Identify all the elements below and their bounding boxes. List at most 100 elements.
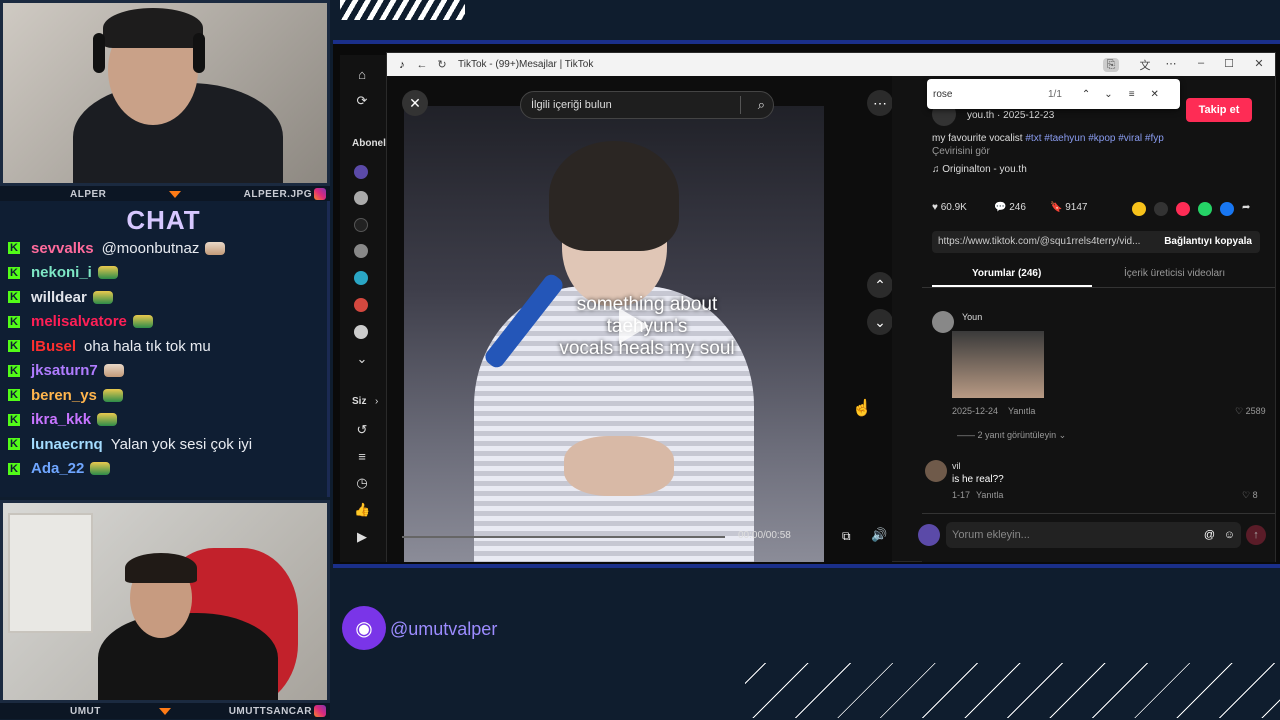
find-input[interactable]: rose bbox=[933, 89, 1043, 100]
history-icon[interactable]: ↺ bbox=[354, 422, 370, 438]
search-input[interactable]: İlgili içeriği bulun ⌕ bbox=[520, 91, 774, 119]
tab-comments[interactable]: Yorumlar (246) bbox=[972, 268, 1041, 279]
embed-icon[interactable] bbox=[1154, 202, 1168, 216]
chat-username[interactable]: Ada_22 bbox=[31, 460, 84, 477]
avatar[interactable] bbox=[354, 165, 368, 179]
chevron-up-icon[interactable]: ⌃ bbox=[867, 272, 892, 298]
progress-bar[interactable] bbox=[402, 536, 725, 538]
maximize-icon[interactable]: ☐ bbox=[1219, 57, 1239, 70]
avatar[interactable] bbox=[354, 325, 368, 339]
chat-username[interactable]: sevvalks bbox=[31, 240, 94, 257]
find-prev-icon[interactable]: ⌃ bbox=[1082, 89, 1090, 100]
avatar[interactable] bbox=[932, 311, 954, 333]
save-stat[interactable]: 🔖 9147 bbox=[1050, 202, 1087, 213]
avatar[interactable] bbox=[354, 244, 368, 258]
chat-username[interactable]: beren_ys bbox=[31, 387, 97, 404]
video-player[interactable]: something about taehyun's vocals heals m… bbox=[387, 76, 892, 562]
translate-link[interactable]: Çevirisini gör bbox=[932, 146, 990, 157]
like-stat[interactable]: ♥ 60.9K bbox=[932, 202, 967, 213]
chat-text: Yalan yok sesi çok iyi bbox=[110, 435, 253, 453]
nameplate-top: ALPER ALPEER.JPG bbox=[0, 186, 330, 202]
translate-icon[interactable]: 文 bbox=[1135, 57, 1155, 73]
reload-icon[interactable]: ↻ bbox=[432, 58, 452, 71]
post-comment-button[interactable]: ↑ bbox=[1246, 525, 1266, 545]
comment-stat[interactable]: 💬 246 bbox=[994, 202, 1026, 213]
comment-image[interactable] bbox=[952, 331, 1044, 398]
chat-username[interactable]: willdear bbox=[31, 289, 87, 306]
comment-like[interactable]: ♡ 2589 bbox=[1235, 406, 1266, 417]
share-arrow-icon[interactable]: ➦ bbox=[1242, 202, 1250, 213]
video-time: 00:00/00:58 bbox=[738, 530, 791, 541]
find-count: 1/1 bbox=[1048, 88, 1062, 100]
chevron-right-icon[interactable]: › bbox=[375, 396, 378, 407]
play-icon[interactable] bbox=[619, 308, 649, 344]
chat-username[interactable]: nekoni_i bbox=[31, 264, 92, 281]
facebook-icon[interactable] bbox=[1220, 202, 1234, 216]
author-line[interactable]: you.th · 2025-12-23 bbox=[967, 110, 1054, 121]
avatar[interactable] bbox=[925, 460, 947, 482]
avatar[interactable] bbox=[354, 271, 368, 285]
like-icon[interactable]: 👍 bbox=[354, 502, 370, 518]
sound-row[interactable]: ♫ Originalton - you.th bbox=[932, 164, 1027, 175]
more-icon[interactable]: ⋯ bbox=[1161, 57, 1181, 70]
pip-icon[interactable]: ⧉ bbox=[842, 529, 851, 544]
chat-message: Ksevvalks @moonbutnaz bbox=[0, 236, 327, 261]
chat-username[interactable]: lunaecrnq bbox=[31, 436, 103, 453]
extension-icon[interactable]: ⎘ bbox=[1103, 58, 1119, 72]
chat-username[interactable]: ikra_kkk bbox=[31, 411, 91, 428]
chat-username[interactable]: jksaturn7 bbox=[31, 362, 98, 379]
pepe-emote-icon bbox=[132, 315, 153, 329]
avatar[interactable] bbox=[354, 218, 368, 232]
emoji-icon[interactable]: ☺ bbox=[1224, 522, 1235, 548]
chat-username[interactable]: lBusel bbox=[31, 338, 76, 355]
avatar[interactable] bbox=[918, 524, 940, 546]
view-replies-link[interactable]: —— 2 yanıt görüntüleyin ⌄ bbox=[957, 430, 1066, 441]
kick-badge-icon: K bbox=[8, 315, 20, 328]
tiktok-sidebar: ⌂ ⟳ Abonel ⌄ Siz › ↺ ≡ ◷ 👍 ▶ bbox=[340, 55, 386, 562]
minimize-icon[interactable]: – bbox=[1191, 57, 1211, 69]
play-box-icon[interactable]: ▶ bbox=[354, 529, 370, 545]
send-icon[interactable] bbox=[1176, 202, 1190, 216]
comment-username[interactable]: Youn bbox=[962, 312, 982, 322]
more-options-icon[interactable]: ⋯ bbox=[867, 90, 892, 116]
share-url-box[interactable]: https://www.tiktok.com/@squ1rrels4terry/… bbox=[932, 231, 1260, 253]
clock-icon[interactable]: ◷ bbox=[354, 475, 370, 491]
coin-icon[interactable] bbox=[1132, 202, 1146, 216]
chat-message: Kberen_ys bbox=[0, 383, 327, 408]
copy-link-button[interactable]: Bağlantıyı kopyala bbox=[1164, 231, 1252, 253]
avatar[interactable] bbox=[354, 191, 368, 205]
comment-username[interactable]: vil bbox=[952, 461, 961, 471]
volume-icon[interactable]: 🔊 bbox=[871, 527, 887, 543]
comment-like[interactable]: ♡ 8 bbox=[1242, 490, 1258, 501]
find-options-icon[interactable]: ≡ bbox=[1129, 89, 1135, 100]
close-icon[interactable]: ✕ bbox=[402, 90, 428, 116]
mention-icon[interactable]: @ bbox=[1204, 522, 1215, 548]
tab-creator-videos[interactable]: İçerik üreticisi videoları bbox=[1124, 268, 1225, 279]
search-icon[interactable]: ⌕ bbox=[758, 97, 765, 113]
whatsapp-icon[interactable] bbox=[1198, 202, 1212, 216]
close-window-icon[interactable]: ✕ bbox=[1249, 57, 1269, 70]
webcam-top bbox=[0, 0, 330, 186]
follow-button[interactable]: Takip et bbox=[1186, 98, 1252, 122]
globe-icon: ◉ bbox=[342, 606, 386, 650]
kick-badge-icon: K bbox=[8, 340, 20, 353]
reply-link[interactable]: Yanıtla bbox=[976, 490, 1003, 500]
chevron-down-icon[interactable]: ⌄ bbox=[867, 309, 892, 335]
chat-message: Kmelisalvatore bbox=[0, 310, 327, 335]
video-description: my favourite vocalist #txt #taehyun #kpo… bbox=[932, 133, 1252, 144]
hashtags[interactable]: #txt #taehyun #kpop #viral #fyp bbox=[1025, 133, 1163, 144]
back-icon[interactable]: ← bbox=[412, 59, 432, 71]
pepe-emote-icon bbox=[92, 290, 113, 304]
explore-icon[interactable]: ⟳ bbox=[354, 93, 370, 109]
chat-username[interactable]: melisalvatore bbox=[31, 313, 127, 330]
home-icon[interactable]: ⌂ bbox=[354, 67, 370, 83]
find-next-icon[interactable]: ⌄ bbox=[1104, 89, 1112, 100]
comment-input[interactable]: Yorum ekleyin... @ ☺ bbox=[946, 522, 1241, 548]
menu-icon[interactable]: ≡ bbox=[354, 449, 370, 465]
chevron-down-icon[interactable]: ⌄ bbox=[354, 351, 370, 367]
reply-link[interactable]: Yanıtla bbox=[1008, 406, 1035, 416]
find-close-icon[interactable]: ✕ bbox=[1151, 89, 1159, 100]
divider bbox=[922, 287, 1275, 288]
avatar[interactable] bbox=[354, 298, 368, 312]
tab-title: TikTok - (99+)Mesajlar | TikTok bbox=[458, 59, 594, 70]
